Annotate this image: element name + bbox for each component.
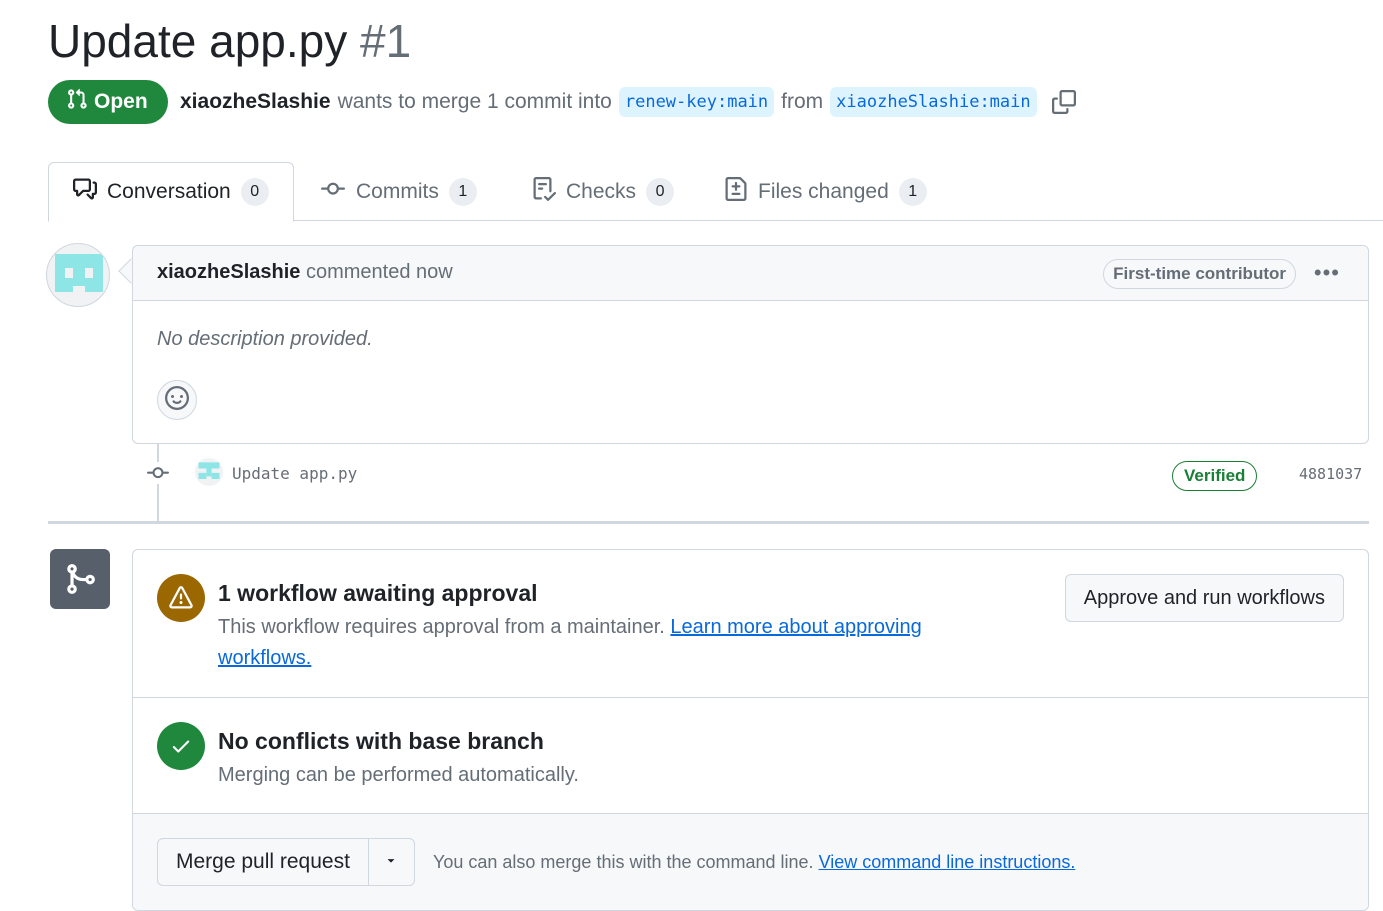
pr-meta: xiaozheSlashie wants to merge 1 commit i…: [180, 84, 1076, 120]
merge-dropdown-button[interactable]: [367, 839, 414, 885]
file-diff-icon: [724, 176, 748, 207]
merge-button-group: Merge pull request: [157, 838, 415, 886]
tab-conversation[interactable]: Conversation 0: [48, 162, 294, 222]
comment-time[interactable]: commented now: [306, 261, 453, 283]
timeline-divider: [48, 521, 1369, 524]
command-line-hint: You can also merge this with the command…: [433, 852, 1075, 873]
pr-tabs: Conversation 0 Commits 1 Checks 0 Files …: [48, 162, 1383, 222]
commit-sha[interactable]: 4881037: [1299, 465, 1362, 483]
copy-icon[interactable]: [1051, 90, 1076, 114]
pr-title: Update app.py: [48, 15, 348, 67]
commit-message[interactable]: Update app.py: [232, 464, 357, 483]
merge-text: wants to merge 1 commit into: [337, 90, 612, 113]
tab-label: Commits: [356, 179, 439, 203]
comment-author[interactable]: xiaozheSlashie: [157, 261, 300, 283]
triangle-down-icon: [384, 853, 398, 872]
tab-label: Conversation: [107, 180, 231, 203]
comment-box: xiaozheSlashie commented now First-time …: [132, 245, 1369, 444]
view-command-line-link[interactable]: View command line instructions.: [819, 852, 1076, 872]
approve-and-run-workflows-button[interactable]: Approve and run workflows: [1064, 574, 1344, 622]
comment-author-line: xiaozheSlashie commented now: [157, 261, 453, 284]
base-branch[interactable]: renew-key:main: [618, 87, 775, 117]
author-link[interactable]: xiaozheSlashie: [180, 90, 331, 114]
workflow-title: 1 workflow awaiting approval: [218, 580, 538, 606]
tab-commits[interactable]: Commits 1: [320, 162, 477, 221]
head-branch[interactable]: xiaozheSlashie:main: [830, 87, 1037, 117]
author-avatar[interactable]: [46, 243, 110, 307]
comment-body: No description provided.: [157, 328, 373, 350]
add-reaction-button[interactable]: [157, 380, 197, 420]
conflicts-title: No conflicts with base branch: [218, 728, 544, 754]
git-commit-icon: [145, 462, 171, 489]
commit-author-avatar[interactable]: [195, 458, 223, 486]
conflicts-desc: Merging can be performed automatically.: [218, 764, 579, 786]
kebab-horizontal-icon[interactable]: •••: [1314, 260, 1340, 286]
tab-counter: 0: [240, 178, 269, 206]
page-title: Update app.py #1: [48, 14, 411, 68]
state-badge: Open: [48, 80, 168, 124]
tab-files-changed[interactable]: Files changed 1: [724, 162, 927, 221]
comment-header: xiaozheSlashie commented now First-time …: [133, 246, 1368, 301]
tab-counter: 1: [898, 177, 927, 206]
comment-discussion-icon: [73, 177, 97, 207]
state-label: Open: [94, 90, 148, 113]
git-commit-icon: [320, 177, 346, 207]
merge-pull-request-button[interactable]: Merge pull request: [158, 839, 368, 885]
tab-label: Checks: [566, 179, 637, 203]
tab-counter: 0: [646, 177, 675, 206]
conflicts-section: No conflicts with base branch Merging ca…: [133, 698, 1368, 814]
command-line-text: You can also merge this with the command…: [433, 852, 814, 872]
pull-request-icon: [66, 88, 88, 116]
check-icon: [157, 722, 205, 770]
merge-footer: Merge pull request You can also merge th…: [133, 814, 1368, 910]
from-text: from: [781, 90, 824, 113]
workflow-section: 1 workflow awaiting approval This workfl…: [133, 550, 1368, 698]
pr-number: #1: [360, 15, 412, 67]
alert-icon: [157, 574, 205, 622]
git-merge-icon: [50, 549, 110, 609]
tab-counter: 1: [448, 177, 477, 206]
verified-badge[interactable]: Verified: [1172, 461, 1258, 491]
tab-checks[interactable]: Checks 0: [532, 162, 675, 221]
first-time-contributor-badge: First-time contributor: [1103, 259, 1296, 289]
tab-label: Files changed: [758, 179, 889, 203]
checklist-icon: [532, 176, 557, 207]
merge-box: 1 workflow awaiting approval This workfl…: [132, 549, 1369, 911]
workflow-desc-text: This workflow requires approval from a m…: [218, 616, 665, 638]
smiley-icon: [165, 385, 189, 415]
workflow-desc: This workflow requires approval from a m…: [218, 612, 978, 674]
